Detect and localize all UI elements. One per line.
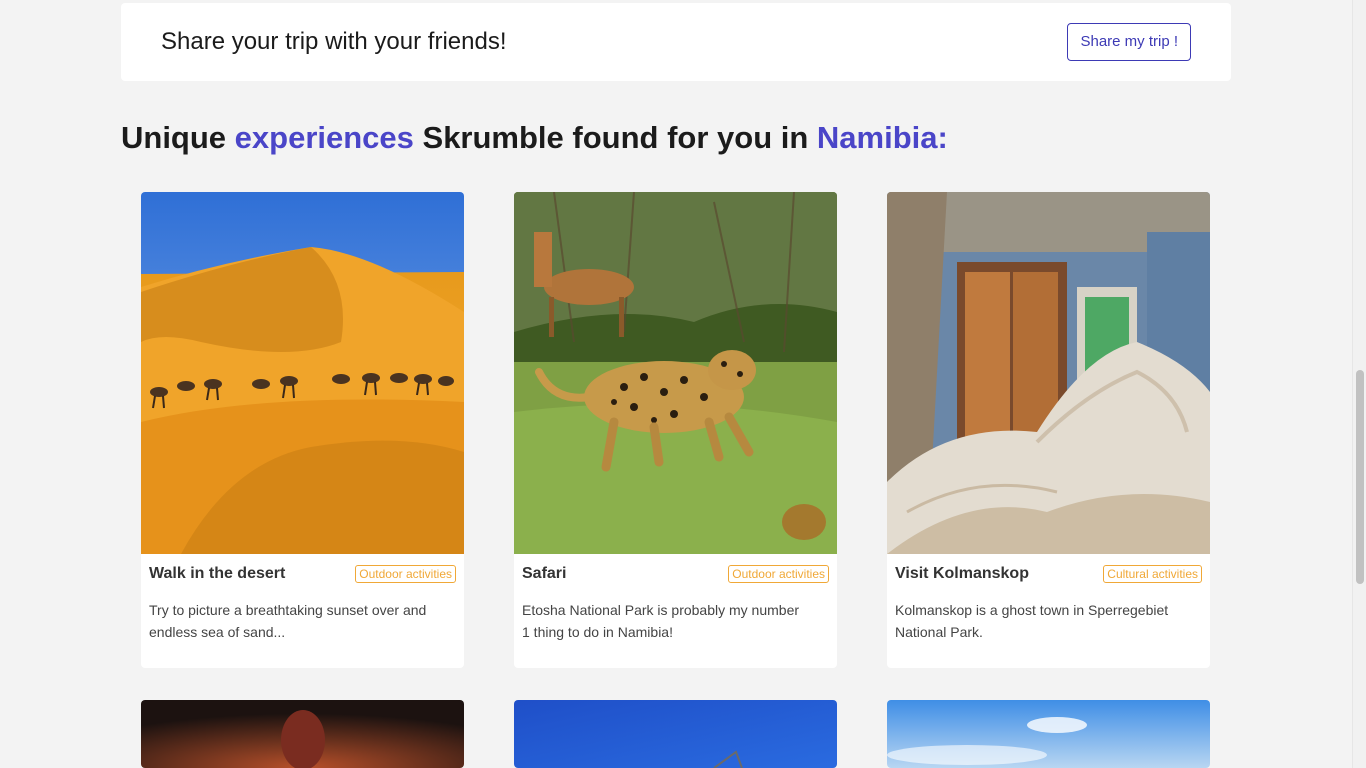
heading-accent-country: Namibia:: [816, 120, 948, 155]
experience-card-desert[interactable]: Walk in the desert Outdoor activities Tr…: [141, 192, 464, 668]
card-header: Safari Outdoor activities: [522, 564, 829, 584]
card-title[interactable]: Walk in the desert: [149, 565, 285, 583]
category-tag: Cultural activities: [1103, 565, 1202, 583]
experience-card-row2-3[interactable]: [887, 700, 1210, 768]
experience-card-row2-2[interactable]: [514, 700, 837, 768]
card-title[interactable]: Safari: [522, 565, 566, 583]
category-tag: Outdoor activities: [355, 565, 456, 583]
desert-image[interactable]: [141, 192, 464, 554]
card-header: Walk in the desert Outdoor activities: [149, 564, 456, 584]
card-body: Visit Kolmanskop Cultural activities Kol…: [887, 554, 1210, 668]
card-description: Try to picture a breathtaking sunset ove…: [149, 602, 427, 640]
page: Share your trip with your friends! Share…: [0, 0, 1366, 768]
kolmanskop-image[interactable]: [887, 192, 1210, 554]
card-image-partial: [887, 700, 1210, 768]
scrollbar-thumb[interactable]: [1356, 370, 1364, 584]
heading-part-1: Unique: [121, 120, 235, 155]
heading-part-2: Skrumble found for you in: [413, 120, 817, 155]
share-text: Share your trip with your friends!: [161, 28, 507, 55]
share-my-trip-button[interactable]: Share my trip !: [1067, 23, 1191, 61]
experiences-heading: Unique experiences Skrumble found for yo…: [121, 120, 948, 156]
card-description: Etosha National Park is probably my numb…: [522, 602, 800, 640]
card-description: Kolmanskop is a ghost town in Sperregebi…: [895, 602, 1169, 640]
card-body: Walk in the desert Outdoor activities Tr…: [141, 554, 464, 668]
card-image-partial: [141, 700, 464, 768]
card-image-partial: [514, 700, 837, 768]
page-scrollbar[interactable]: [1352, 0, 1366, 768]
category-tag: Outdoor activities: [728, 565, 829, 583]
experience-card-row2-1[interactable]: [141, 700, 464, 768]
card-header: Visit Kolmanskop Cultural activities: [895, 564, 1202, 584]
experience-card-kolmanskop[interactable]: Visit Kolmanskop Cultural activities Kol…: [887, 192, 1210, 668]
experience-card-safari[interactable]: Safari Outdoor activities Etosha Nationa…: [514, 192, 837, 668]
safari-image[interactable]: [514, 192, 837, 554]
share-banner: Share your trip with your friends! Share…: [121, 3, 1231, 81]
card-title[interactable]: Visit Kolmanskop: [895, 565, 1029, 583]
card-body: Safari Outdoor activities Etosha Nationa…: [514, 554, 837, 668]
heading-accent-experiences: experiences: [234, 120, 414, 155]
